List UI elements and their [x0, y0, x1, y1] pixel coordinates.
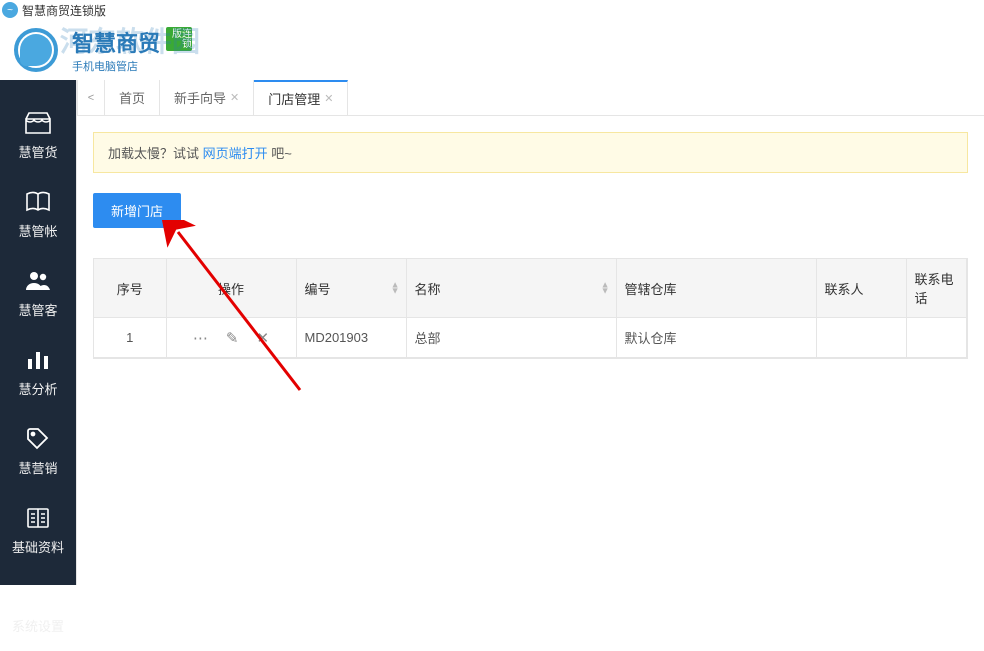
- cell-op: ⋯ ✎ ✕: [166, 318, 296, 358]
- tab-prev-button[interactable]: <: [77, 80, 105, 115]
- tabs-row: < 首页 新手向导 ✕ 门店管理 ✕: [77, 80, 984, 116]
- notice-suffix: 吧~: [271, 146, 292, 161]
- store-icon: [24, 110, 52, 136]
- tab-label: 首页: [119, 88, 145, 107]
- logo-icon: [8, 22, 64, 78]
- sidebar-item-analysis[interactable]: 慧分析: [0, 335, 76, 414]
- add-store-button[interactable]: 新增门店: [93, 193, 181, 228]
- cell-warehouse: 默认仓库: [616, 318, 816, 358]
- th-op: 操作: [166, 259, 296, 318]
- sidebar-item-settings[interactable]: 系统设置: [0, 572, 76, 651]
- cell-seq: 1: [94, 318, 166, 358]
- gear-icon: [24, 584, 52, 610]
- brand-name: 智慧商贸: [72, 31, 160, 56]
- th-code[interactable]: 编号▲▼: [296, 259, 406, 318]
- sort-icon: ▲▼: [601, 282, 610, 295]
- sidebar-item-customer[interactable]: 慧管客: [0, 256, 76, 335]
- toolbar: 新增门店: [77, 173, 984, 248]
- sort-icon: ▲▼: [391, 282, 400, 295]
- titlebar: ~ 智慧商贸连锁版: [0, 0, 984, 20]
- cell-contact: [816, 318, 906, 358]
- sidebar-item-basic[interactable]: 基础资料: [0, 493, 76, 572]
- notice-bar: 加载太慢？试试 网页端打开 吧~: [93, 132, 968, 173]
- th-phone: 联系电话: [906, 259, 967, 318]
- cell-code: MD201903: [296, 318, 406, 358]
- tab-store-manage[interactable]: 门店管理 ✕: [254, 80, 348, 115]
- brand-badge: 连锁版: [166, 27, 192, 51]
- sidebar-item-label: 慧营销: [18, 458, 57, 477]
- sidebar-item-account[interactable]: 慧管帐: [0, 177, 76, 256]
- tab-guide[interactable]: 新手向导 ✕: [160, 80, 254, 115]
- tag-icon: [24, 426, 52, 452]
- delete-icon[interactable]: ✕: [257, 329, 270, 347]
- logo-area: 智慧商贸 连锁版 手机电脑管店: [8, 22, 192, 78]
- content-area: < 首页 新手向导 ✕ 门店管理 ✕ 加载太慢？试试 网页端打开 吧~ 新增门店: [76, 80, 984, 585]
- sidebar-item-label: 系统设置: [12, 616, 64, 635]
- more-icon[interactable]: ⋯: [193, 329, 208, 347]
- chart-icon: [24, 347, 52, 373]
- cell-name: 总部: [406, 318, 616, 358]
- app-icon: ~: [2, 2, 18, 18]
- edit-icon[interactable]: ✎: [226, 329, 239, 347]
- window-title: 智慧商贸连锁版: [22, 2, 106, 19]
- store-table: 序号 操作 编号▲▼ 名称▲▼ 管辖仓库 联系人 联系电话 1: [94, 259, 967, 358]
- tab-home[interactable]: 首页: [105, 80, 160, 115]
- notebook-icon: [24, 505, 52, 531]
- th-name[interactable]: 名称▲▼: [406, 259, 616, 318]
- tab-label: 新手向导: [174, 88, 226, 107]
- sidebar-item-label: 慧管帐: [18, 221, 57, 240]
- sidebar: 慧管货 慧管帐 慧管客 慧分析 慧营销: [0, 80, 76, 585]
- notice-prefix: 加载太慢？试试: [108, 146, 203, 161]
- cell-phone: [906, 318, 967, 358]
- brand-sub: 手机电脑管店: [72, 58, 192, 74]
- users-icon: [24, 268, 52, 294]
- table-container: 序号 操作 编号▲▼ 名称▲▼ 管辖仓库 联系人 联系电话 1: [93, 258, 968, 359]
- sidebar-item-label: 基础资料: [12, 537, 64, 556]
- close-icon[interactable]: ✕: [324, 92, 333, 105]
- th-seq: 序号: [94, 259, 166, 318]
- sidebar-item-label: 慧管客: [18, 300, 57, 319]
- th-warehouse: 管辖仓库: [616, 259, 816, 318]
- book-icon: [24, 189, 52, 215]
- header: 河东软件园 智慧商贸 连锁版 手机电脑管店: [0, 20, 984, 80]
- th-contact: 联系人: [816, 259, 906, 318]
- close-icon[interactable]: ✕: [230, 91, 239, 104]
- tab-label: 门店管理: [268, 89, 320, 108]
- sidebar-item-marketing[interactable]: 慧营销: [0, 414, 76, 493]
- table-row: 1 ⋯ ✎ ✕ MD201903 总部 默认仓库: [94, 318, 967, 358]
- sidebar-item-label: 慧管货: [18, 142, 57, 161]
- notice-link[interactable]: 网页端打开: [203, 146, 268, 161]
- sidebar-item-goods[interactable]: 慧管货: [0, 98, 76, 177]
- sidebar-item-label: 慧分析: [18, 379, 57, 398]
